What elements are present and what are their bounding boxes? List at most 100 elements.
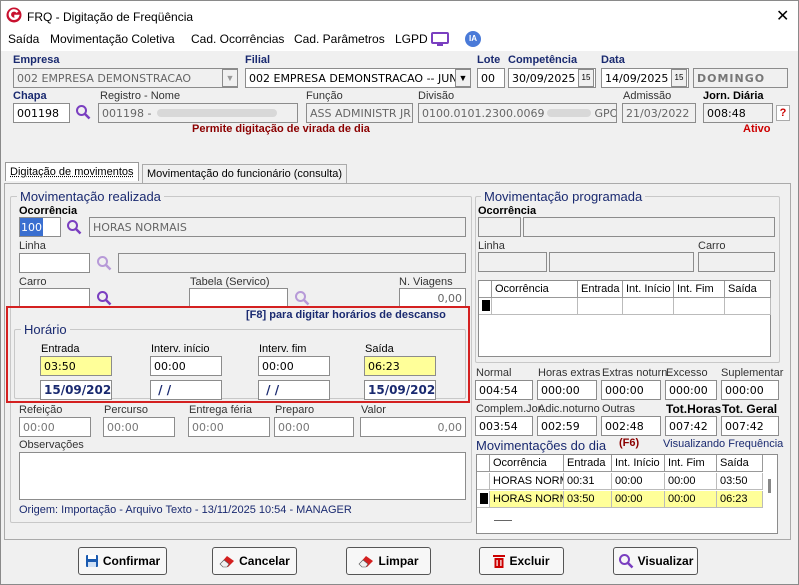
total-excesso-field: 000:00 — [665, 380, 717, 400]
chapa-field[interactable]: 001198 — [13, 103, 70, 123]
limpar-label: Limpar — [378, 554, 419, 568]
redacted-name — [157, 109, 278, 117]
dia-title: Movimentações do dia — [476, 438, 607, 453]
saida-field[interactable]: 06:23 — [364, 356, 436, 376]
programada-cell — [578, 298, 623, 315]
intervalo-fim-field[interactable]: 00:00 — [258, 356, 330, 376]
observacoes-field[interactable] — [19, 452, 466, 500]
window-title: FRQ - Digitação de Freqüência — [27, 10, 194, 24]
empresa-field[interactable]: 002 EMPRESA DEMONSTRACAO — [13, 68, 238, 88]
search-linha-icon[interactable] — [96, 255, 112, 271]
filial-dropdown-icon[interactable]: ▼ — [455, 69, 471, 87]
data-calendar-icon[interactable]: 15 — [671, 69, 687, 87]
entrada-date-field[interactable]: 15/09/2025 — [40, 380, 112, 400]
percurso-field[interactable]: 00:00 — [103, 417, 175, 437]
magnifier-icon — [618, 554, 633, 569]
tabela-field[interactable] — [189, 288, 288, 308]
programada-ocorrencia-code — [478, 217, 521, 237]
cancelar-button[interactable]: Cancelar — [212, 547, 297, 575]
clear-icon — [359, 556, 374, 568]
carro-label: Carro — [19, 276, 47, 288]
programada-col-int-inicio: Int. Início — [623, 281, 674, 298]
realizada-title: Movimentação realizada — [17, 189, 164, 204]
close-icon[interactable]: ✕ — [776, 6, 789, 26]
viagens-label: N. Viagens — [399, 276, 453, 288]
ocorrencia-label: Ocorrência — [19, 205, 78, 217]
tab-digitacao[interactable]: Digitação de movimentos — [5, 162, 139, 181]
programada-grid[interactable]: Ocorrência Entrada Int. Início Int. Fim … — [478, 280, 771, 357]
monitor-icon[interactable] — [431, 32, 449, 48]
help-button[interactable]: ? — [776, 105, 790, 121]
dia-cell[interactable]: 00:31 — [564, 473, 612, 490]
carro-field[interactable] — [19, 288, 90, 308]
programada-linha-desc — [549, 252, 694, 272]
dia-cell[interactable]: 03:50 — [717, 473, 763, 490]
dia-row-2-indicator — [477, 491, 490, 508]
dia-cell[interactable]: 00:00 — [665, 473, 717, 490]
divisao-field: 0100.0101.2300.0069 GPO PIC — [418, 103, 617, 123]
data-label: Data — [601, 54, 625, 66]
visualizar-label: Visualizar — [637, 554, 694, 568]
linha-field[interactable] — [19, 253, 90, 273]
total-excesso-label: Excesso — [666, 367, 708, 379]
menu-movimentacao-coletiva[interactable]: Movimentação Coletiva — [50, 32, 175, 46]
entrega-field[interactable]: 00:00 — [188, 417, 270, 437]
refeicao-label: Refeição — [19, 404, 63, 416]
filial-label: Filial — [245, 54, 271, 66]
lote-field[interactable]: 00 — [477, 68, 505, 88]
confirmar-button[interactable]: Confirmar — [78, 547, 167, 575]
intervalo-inicio-date-field[interactable]: / / — [150, 380, 222, 400]
empresa-dropdown-icon[interactable]: ▼ — [222, 69, 238, 87]
entrada-field[interactable]: 03:50 — [40, 356, 112, 376]
search-ocorrencia-icon[interactable] — [66, 219, 82, 235]
dia-cell[interactable]: 00:00 — [665, 491, 717, 508]
empresa-label: Empresa — [13, 54, 60, 66]
dia-grid[interactable]: Ocorrência Entrada Int. Início Int. Fim … — [476, 454, 778, 534]
ocorrencia-code: 100 — [20, 218, 43, 236]
limpar-button[interactable]: Limpar — [346, 547, 431, 575]
dia-cell[interactable]: 00:00 — [612, 473, 665, 490]
competencia-calendar-icon[interactable]: 15 — [578, 69, 594, 87]
search-tabela-icon[interactable] — [294, 290, 310, 306]
saida-date-field[interactable]: 15/09/2025 — [364, 380, 436, 400]
dia-cell[interactable]: 00:00 — [612, 491, 665, 508]
valor-field[interactable]: 0,00 — [360, 417, 466, 437]
refeicao-field[interactable]: 00:00 — [19, 417, 91, 437]
menu-cad-parametros[interactable]: Cad. Parâmetros — [294, 32, 385, 46]
intervalo-inicio-label: Interv. início — [151, 343, 210, 355]
intervalo-inicio-field[interactable]: 00:00 — [150, 356, 222, 376]
total-adic-noturno-field: 002:59 — [537, 416, 597, 436]
filial-field[interactable]: 002 EMPRESA DEMONSTRACAO -- JUNC — [245, 68, 471, 88]
tab-consulta[interactable]: Movimentação do funcionário (consulta) — [142, 164, 348, 183]
total-tot-horas-label: Tot.Horas — [666, 402, 722, 416]
menu-saida[interactable]: Saída — [8, 32, 39, 46]
visualizar-button[interactable]: Visualizar — [613, 547, 698, 575]
search-chapa-icon[interactable] — [75, 104, 91, 120]
visualizando-link[interactable]: Visualizando Frequência — [663, 438, 783, 450]
ia-button[interactable]: IA — [465, 31, 481, 47]
dia-cell[interactable]: HORAS NORM — [490, 473, 564, 490]
preparo-field[interactable]: 00:00 — [274, 417, 354, 437]
dia-col-int-inicio: Int. Início — [612, 455, 665, 472]
eraser-icon — [219, 556, 235, 568]
dia-col-entrada: Entrada — [564, 455, 612, 472]
dia-scrollbar[interactable] — [768, 479, 771, 493]
programada-carro-label: Carro — [698, 240, 726, 252]
programada-row-indicator — [479, 298, 492, 315]
origem-text: Origem: Importação - Arquivo Texto - 13/… — [19, 504, 352, 516]
menu-cad-ocorrencias[interactable]: Cad. Ocorrências — [191, 32, 284, 46]
search-carro-icon[interactable] — [96, 290, 112, 306]
entrada-label: Entrada — [41, 343, 80, 355]
intervalo-fim-date-field[interactable]: / / — [258, 380, 330, 400]
dia-cell[interactable]: 06:23 — [717, 491, 763, 508]
excluir-button[interactable]: Excluir — [479, 547, 564, 575]
tab-digitacao-label: Digitação de movimentos — [10, 166, 134, 178]
ocorrencia-code-field[interactable]: 100 — [19, 217, 61, 237]
linha-label: Linha — [19, 240, 46, 252]
menu-lgpd[interactable]: LGPD — [395, 32, 428, 46]
viagens-field[interactable]: 0,00 — [399, 288, 466, 308]
programada-cell — [623, 298, 674, 315]
dia-cell[interactable]: 03:50 — [564, 491, 612, 508]
registro-value: 001198 - — [102, 107, 152, 120]
dia-cell[interactable]: HORAS NORM — [490, 491, 564, 508]
